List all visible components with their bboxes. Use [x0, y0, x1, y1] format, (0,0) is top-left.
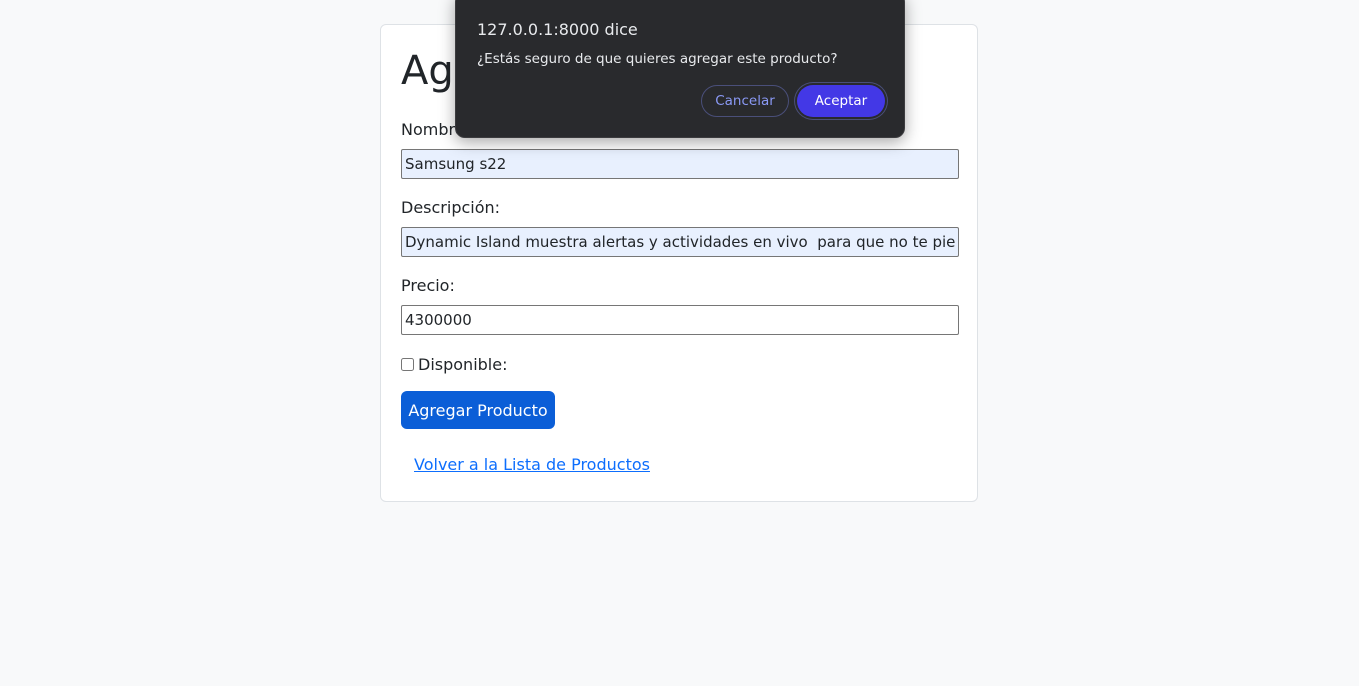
dialog-cancel-button[interactable]: Cancelar [701, 85, 789, 117]
dialog-accept-button[interactable]: Aceptar [797, 85, 885, 117]
disponible-checkbox[interactable] [401, 358, 414, 371]
agregar-producto-button[interactable]: Agregar Producto [401, 391, 555, 429]
confirm-dialog: 127.0.0.1:8000 dice ¿Estás seguro de que… [455, 0, 905, 138]
disponible-label: Disponible: [418, 355, 508, 374]
descripcion-input[interactable] [401, 227, 959, 257]
dialog-title: 127.0.0.1:8000 dice [477, 20, 638, 39]
nombre-input[interactable] [401, 149, 959, 179]
precio-label: Precio: [401, 276, 455, 295]
dialog-message: ¿Estás seguro de que quieres agregar est… [477, 51, 838, 67]
descripcion-label: Descripción: [401, 198, 501, 217]
volver-lista-link[interactable]: Volver a la Lista de Productos [414, 455, 650, 474]
disponible-row: Disponible: [401, 355, 507, 374]
precio-input[interactable] [401, 305, 959, 335]
